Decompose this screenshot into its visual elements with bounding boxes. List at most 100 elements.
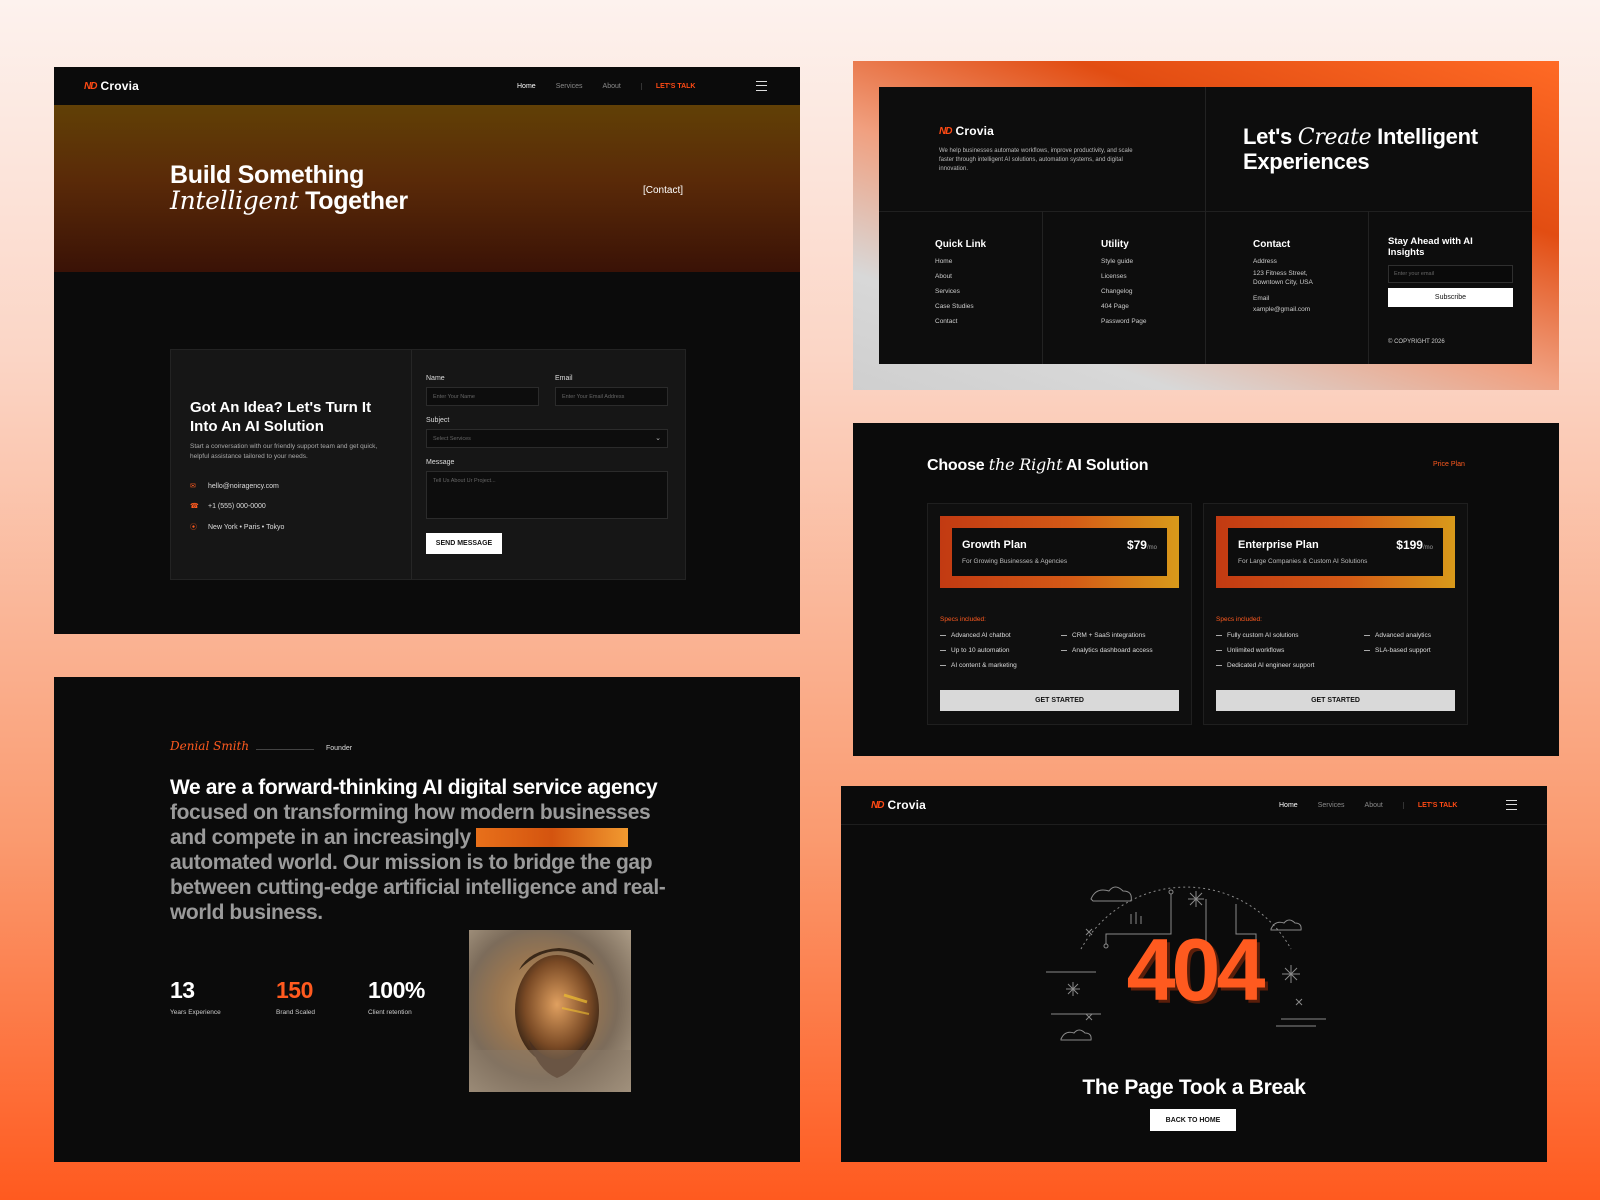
- contact-card-title: Got An Idea? Let's Turn It Into An AI So…: [190, 399, 372, 435]
- footer-link[interactable]: 404 Page: [1101, 303, 1147, 310]
- contact-email-row[interactable]: ✉ hello@noiragency.com: [190, 482, 279, 491]
- plan-header: Enterprise Plan $199/mo For Large Compan…: [1216, 516, 1455, 588]
- price-period: /mo: [1146, 545, 1157, 551]
- logo-mark-icon: ND: [939, 125, 952, 137]
- founder-role: Founder: [326, 745, 353, 752]
- pricing-title-word: Choose: [927, 457, 985, 474]
- error-title: The Page Took a Break: [1082, 1076, 1306, 1099]
- footer-top: ND Crovia We help businesses automate wo…: [879, 87, 1532, 212]
- pricing-title-italic: the Right: [988, 455, 1063, 474]
- pricing-panel: Choose the Right AI Solution Price Plan …: [853, 423, 1559, 756]
- footer: ND Crovia We help businesses automate wo…: [879, 87, 1532, 364]
- newsletter-title: Stay Ahead with AI Insights: [1388, 236, 1473, 258]
- subject-select[interactable]: Select Services ⌄: [426, 429, 668, 448]
- quick-links-column: Quick Link Home About Services Case Studies…: [935, 211, 986, 364]
- brand-logo[interactable]: ND Crovia: [871, 798, 926, 812]
- get-started-button[interactable]: GET STARTED: [940, 690, 1179, 711]
- headline-word: Let's: [1243, 124, 1292, 149]
- logo-mark-icon: ND: [84, 80, 97, 92]
- statement-highlight: We are a forward-thinking AI digital ser…: [170, 776, 658, 799]
- statement-text: an increasingly: [323, 826, 471, 849]
- portrait-illustration: [469, 930, 631, 1092]
- footer-panel: ND Crovia We help businesses automate wo…: [853, 61, 1559, 390]
- stat-value: 100%: [368, 977, 425, 1003]
- footer-link[interactable]: Services: [935, 288, 986, 295]
- brand-name: Crovia: [887, 798, 927, 812]
- newsletter-email-input[interactable]: Enter your email: [1388, 265, 1513, 283]
- footer-desc: We help businesses automate workflows, i…: [939, 148, 1133, 172]
- contact-column: Contact Address 123 Fitness Street, Down…: [1253, 211, 1363, 364]
- back-to-home-button[interactable]: BACK TO HOME: [1150, 1109, 1236, 1131]
- footer-link[interactable]: Changelog: [1101, 288, 1147, 295]
- spec-item: Advanced analytics: [1364, 632, 1431, 639]
- hamburger-menu-icon[interactable]: [756, 81, 767, 91]
- subject-placeholder: Select Services: [433, 436, 471, 442]
- price-plan-tag: Price Plan: [1433, 461, 1465, 468]
- send-message-button[interactable]: SEND MESSAGE: [426, 533, 502, 554]
- spec-item: Analytics dashboard access: [1061, 647, 1153, 654]
- plan-price: $79/mo: [1127, 538, 1157, 552]
- get-started-button[interactable]: GET STARTED: [1216, 690, 1455, 711]
- footer-link[interactable]: About: [935, 273, 986, 280]
- footer-link[interactable]: Case Studies: [935, 303, 986, 310]
- mail-icon: ✉: [190, 483, 196, 490]
- footer-link[interactable]: Licenses: [1101, 273, 1147, 280]
- divider: [1042, 211, 1043, 364]
- subscribe-button[interactable]: Subscribe: [1388, 288, 1513, 307]
- founder-signature: Denial Smith: [170, 739, 250, 753]
- email-input[interactable]: Enter Your Email Address: [555, 387, 668, 406]
- error-404-panel: ND Crovia Home Services About LET'S TALK: [841, 786, 1547, 1162]
- contact-location: New York • Paris • Tokyo: [208, 523, 285, 531]
- nav-home[interactable]: Home: [517, 83, 536, 90]
- spec-item: Fully custom AI solutions: [1216, 632, 1299, 639]
- contact-phone-row[interactable]: ☎ +1 (555) 000-0000: [190, 502, 266, 511]
- hamburger-menu-icon[interactable]: [1506, 800, 1517, 810]
- utility-links-list: Style guide Licenses Changelog 404 Page Pass…: [1101, 258, 1147, 325]
- spec-item: Up to 10 automation: [940, 647, 1010, 654]
- address-label: Address: [1253, 258, 1277, 265]
- nav-lets-talk[interactable]: LET'S TALK: [1402, 801, 1457, 809]
- headline-word: Intelligent: [1377, 124, 1478, 149]
- newsletter-column: Stay Ahead with AI Insights Enter your e…: [1388, 211, 1532, 364]
- nav-services[interactable]: Services: [556, 83, 583, 90]
- footer-headline: Let's Create Intelligent Experiences: [1243, 125, 1478, 174]
- founder-portrait: [469, 930, 631, 1092]
- email-label: Email: [555, 375, 573, 382]
- name-input[interactable]: Enter Your Name: [426, 387, 539, 406]
- plan-name: Enterprise Plan: [1238, 539, 1319, 551]
- price-value: $79: [1126, 538, 1147, 552]
- utility-title: Utility: [1101, 239, 1129, 250]
- nav-lets-talk[interactable]: LET'S TALK: [640, 82, 695, 90]
- contact-card-desc: Start a conversation with our friendly s…: [190, 443, 378, 460]
- phone-icon: ☎: [190, 503, 199, 510]
- hero-banner: Build Something Intelligent Together [Co…: [54, 105, 800, 272]
- spec-item: Unlimited workflows: [1216, 647, 1284, 654]
- error-code: 404: [1126, 920, 1266, 1019]
- footer-link[interactable]: Style guide: [1101, 258, 1147, 265]
- plan-desc: For Growing Businesses & Agencies: [962, 558, 1068, 565]
- nav-links: Home Services About LET'S TALK: [1279, 801, 1457, 809]
- contact-title: Contact: [1253, 239, 1291, 250]
- nav-services[interactable]: Services: [1318, 802, 1345, 809]
- contact-email: hello@noiragency.com: [208, 482, 279, 490]
- cloud-icon: [1060, 1029, 1092, 1041]
- footer-link[interactable]: Password Page: [1101, 318, 1147, 325]
- plan-card-enterprise: Enterprise Plan $199/mo For Large Compan…: [1203, 503, 1468, 725]
- name-label: Name: [426, 375, 445, 382]
- location-pin-icon: ⦿: [190, 524, 197, 531]
- message-textarea[interactable]: Tell Us About Ur Project...: [426, 471, 668, 519]
- nav-home[interactable]: Home: [1279, 802, 1298, 809]
- email-value[interactable]: xample@gmail.com: [1253, 306, 1363, 313]
- footer-link[interactable]: Contact: [935, 318, 986, 325]
- specs-label: Specs included:: [940, 616, 986, 623]
- stat-label: Years Experience: [170, 1009, 221, 1016]
- footer-link[interactable]: Home: [935, 258, 986, 265]
- nav-about[interactable]: About: [1365, 802, 1383, 809]
- address-value: 123 Fitness Street, Downtown City, USA: [1253, 270, 1313, 286]
- hero-italic-word: Intelligent: [170, 186, 299, 215]
- nav-about[interactable]: About: [603, 83, 621, 90]
- brand-logo[interactable]: ND Crovia: [84, 79, 139, 93]
- plan-name: Growth Plan: [962, 539, 1027, 551]
- footer-logo[interactable]: ND Crovia: [939, 124, 994, 138]
- contact-tag: [Contact]: [643, 185, 684, 196]
